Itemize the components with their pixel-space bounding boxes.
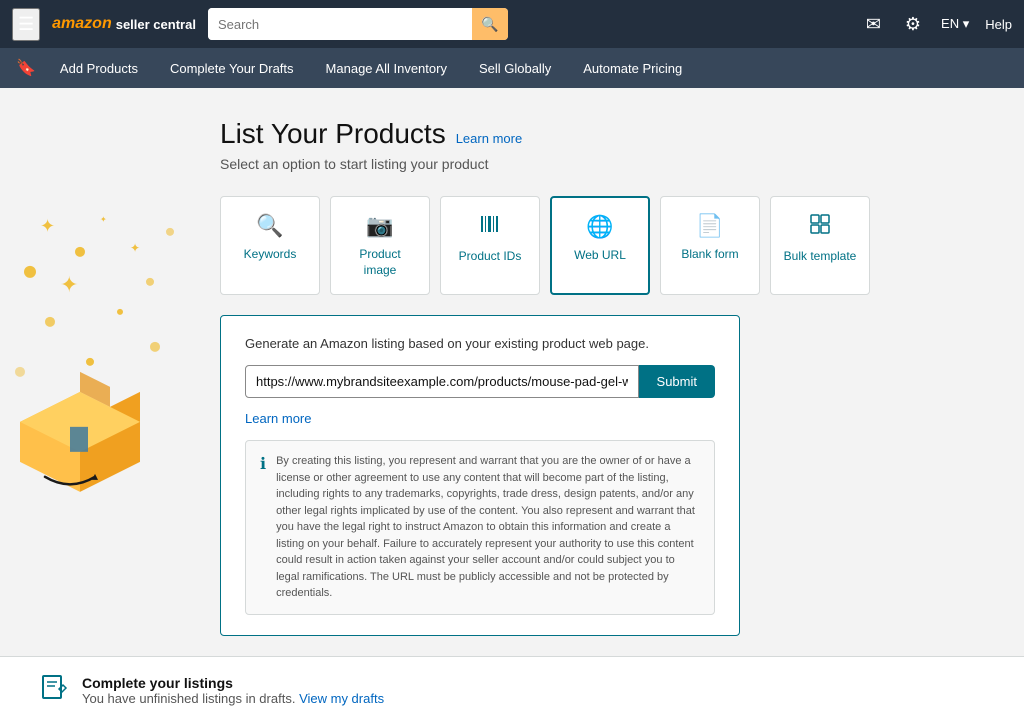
hamburger-button[interactable]: ☰ xyxy=(12,8,40,41)
svg-text:✦: ✦ xyxy=(130,241,140,255)
product-ids-label: Product IDs xyxy=(459,249,522,265)
bottom-banner: Complete your listings You have unfinish… xyxy=(0,656,1024,724)
search-input[interactable] xyxy=(208,8,472,40)
draft-icon xyxy=(40,673,68,708)
product-image-icon: 📷 xyxy=(366,213,393,239)
svg-text:✦: ✦ xyxy=(100,215,107,224)
logo-sub-text: seller central xyxy=(116,17,196,32)
blank-form-icon: 📄 xyxy=(696,213,723,239)
search-bar: 🔍 xyxy=(208,8,508,40)
url-input[interactable] xyxy=(245,365,639,398)
left-decoration: ✦ ✦ ✦ ✦ xyxy=(0,88,200,656)
nav-right-actions: ✉ ⚙ EN ▾ Help xyxy=(862,10,1012,39)
blank-form-label: Blank form xyxy=(681,247,738,263)
option-keywords[interactable]: 🔍 Keywords xyxy=(220,196,320,295)
keywords-label: Keywords xyxy=(244,247,297,263)
bulk-template-icon xyxy=(809,213,831,241)
option-product-ids[interactable]: Product IDs xyxy=(440,196,540,295)
nav-automate-pricing[interactable]: Automate Pricing xyxy=(571,53,694,84)
language-selector[interactable]: EN ▾ xyxy=(941,16,969,32)
bulk-template-label: Bulk template xyxy=(784,249,857,265)
view-my-drafts-link[interactable]: View my drafts xyxy=(299,691,384,706)
nav-sell-globally[interactable]: Sell Globally xyxy=(467,53,563,84)
web-url-description: Generate an Amazon listing based on your… xyxy=(245,336,715,351)
option-bulk-template[interactable]: Bulk template xyxy=(770,196,870,295)
option-web-url[interactable]: 🌐 Web URL xyxy=(550,196,650,295)
listing-options-row: 🔍 Keywords 📷 Product image Produc xyxy=(220,196,984,295)
content-area: List Your Products Learn more Select an … xyxy=(200,88,1024,656)
logo-amazon-text: amazon xyxy=(52,15,112,33)
bookmark-icon[interactable]: 🔖 xyxy=(12,54,40,82)
help-link[interactable]: Help xyxy=(985,17,1012,32)
second-nav: 🔖 Add Products Complete Your Drafts Mana… xyxy=(0,48,1024,88)
main-content: ✦ ✦ ✦ ✦ xyxy=(0,88,1024,656)
gear-icon[interactable]: ⚙ xyxy=(901,10,925,39)
logo: amazon seller central xyxy=(52,15,196,33)
nav-manage-inventory[interactable]: Manage All Inventory xyxy=(314,53,459,84)
svg-text:✦: ✦ xyxy=(60,272,78,297)
option-blank-form[interactable]: 📄 Blank form xyxy=(660,196,760,295)
product-image-label: Product image xyxy=(343,247,417,278)
keywords-icon: 🔍 xyxy=(256,213,283,239)
mail-icon[interactable]: ✉ xyxy=(862,10,885,39)
nav-complete-drafts[interactable]: Complete Your Drafts xyxy=(158,53,306,84)
web-url-learn-more-link[interactable]: Learn more xyxy=(245,411,311,426)
web-url-icon: 🌐 xyxy=(586,214,613,240)
page-subtitle: Select an option to start listing your p… xyxy=(220,156,984,172)
svg-text:✦: ✦ xyxy=(40,216,55,236)
web-url-box: Generate an Amazon listing based on your… xyxy=(220,315,740,636)
top-nav: ☰ amazon seller central 🔍 ✉ ⚙ EN ▾ Help xyxy=(0,0,1024,48)
product-ids-icon xyxy=(479,213,501,241)
draft-title: Complete your listings xyxy=(82,675,384,691)
page-title: List Your Products Learn more xyxy=(220,118,984,150)
url-input-row: Submit xyxy=(245,365,715,398)
legal-text: By creating this listing, you represent … xyxy=(276,453,700,602)
web-url-label: Web URL xyxy=(574,248,626,264)
draft-text-block: Complete your listings You have unfinish… xyxy=(82,675,384,706)
nav-add-products[interactable]: Add Products xyxy=(48,53,150,84)
title-learn-more-link[interactable]: Learn more xyxy=(456,131,522,146)
search-button[interactable]: 🔍 xyxy=(472,8,508,40)
submit-button[interactable]: Submit xyxy=(639,365,715,398)
info-icon: ℹ xyxy=(260,454,266,474)
legal-disclaimer-box: ℹ By creating this listing, you represen… xyxy=(245,440,715,615)
draft-subtitle: You have unfinished listings in drafts. … xyxy=(82,691,384,706)
search-icon: 🔍 xyxy=(481,16,498,33)
option-product-image[interactable]: 📷 Product image xyxy=(330,196,430,295)
